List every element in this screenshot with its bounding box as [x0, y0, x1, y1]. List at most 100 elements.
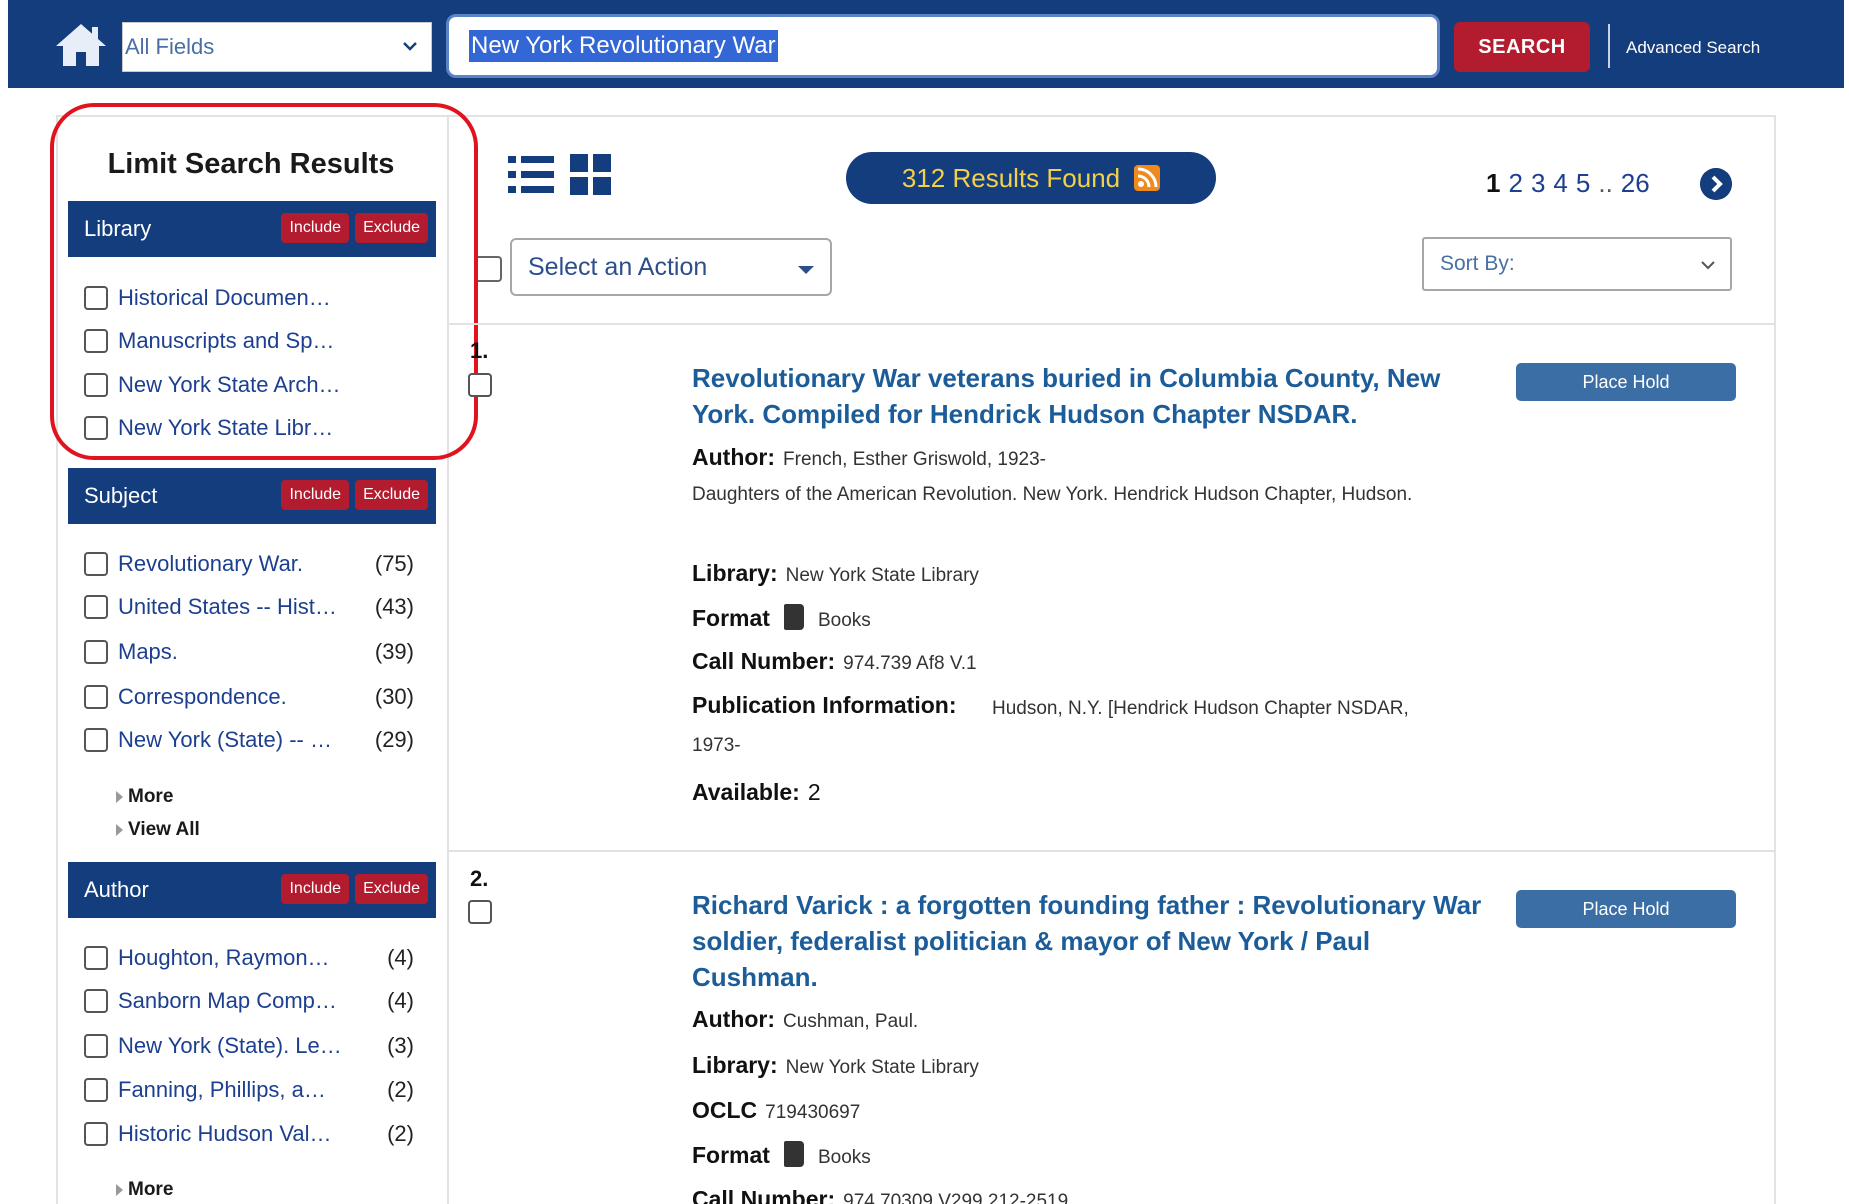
- facet-item-label[interactable]: Maps.: [118, 639, 358, 665]
- facet-item-count: (43): [374, 594, 414, 619]
- facet-item-label[interactable]: New York (State) -- …: [118, 727, 358, 753]
- facet-item[interactable]: Correspondence. (30): [84, 680, 424, 714]
- call-number-value: 974.739 Af8 V.1: [843, 653, 977, 674]
- book-icon: [783, 1141, 804, 1167]
- facet-checkbox[interactable]: [84, 595, 108, 619]
- result-available-row: Available: 2: [692, 779, 821, 806]
- field-label: OCLC: [692, 1097, 758, 1123]
- facet-title: Subject: [84, 483, 158, 508]
- result-title-link[interactable]: Richard Varick : a forgotten founding fa…: [692, 887, 1482, 995]
- facet-item[interactable]: Houghton, Raymon… (4): [84, 941, 424, 975]
- facet-item-label[interactable]: Historic Hudson Val…: [118, 1121, 358, 1147]
- book-icon: [783, 604, 804, 630]
- facet-checkbox[interactable]: [84, 685, 108, 709]
- home-icon[interactable]: [54, 22, 108, 68]
- page-link[interactable]: 5: [1576, 168, 1590, 199]
- result-checkbox[interactable]: [468, 373, 492, 397]
- more-link[interactable]: More: [116, 1179, 173, 1201]
- exclude-button[interactable]: Exclude: [355, 480, 428, 510]
- result-author-row: Author: Cushman, Paul.: [692, 1006, 918, 1033]
- sort-select-value: Sort By:: [1440, 252, 1515, 275]
- facet-item-label[interactable]: Sanborn Map Comp…: [118, 988, 358, 1014]
- facet-item-label[interactable]: Revolutionary War.: [118, 551, 358, 577]
- page-link[interactable]: 4: [1553, 168, 1567, 199]
- caret-right-icon: [116, 790, 123, 803]
- page-link[interactable]: 2: [1508, 168, 1522, 199]
- result-author-row: Author: French, Esther Griswold, 1923-: [692, 444, 1046, 471]
- author-value: French, Esther Griswold, 1923-: [783, 449, 1046, 470]
- chevron-down-icon: [1701, 261, 1715, 270]
- select-all-checkbox[interactable]: [478, 256, 502, 282]
- results-found-count: 312 Results Found: [901, 162, 1121, 193]
- search-input[interactable]: New York Revolutionary War: [446, 14, 1440, 78]
- result-oclc-row: OCLC 719430697: [692, 1097, 860, 1124]
- sort-select[interactable]: Sort By:: [1422, 237, 1732, 291]
- catalog-search-page: All Fields New York Revolutionary War SE…: [0, 0, 1849, 1204]
- library-value: New York State Library: [785, 565, 979, 586]
- facet-checkbox[interactable]: [84, 1078, 108, 1102]
- result-call-number-row: Call Number: 974.70309 V299 212-2519: [692, 1186, 1068, 1204]
- more-link[interactable]: More: [116, 786, 173, 808]
- list-view-icon[interactable]: [508, 154, 554, 196]
- search-button[interactable]: SEARCH: [1454, 22, 1590, 72]
- facet-checkbox[interactable]: [84, 728, 108, 752]
- search-field-select[interactable]: All Fields: [122, 22, 432, 72]
- facet-checkbox[interactable]: [84, 1122, 108, 1146]
- more-link-label: More: [128, 1179, 174, 1200]
- facet-item[interactable]: Maps. (39): [84, 635, 424, 669]
- pagination: 1 2 3 4 5 .. 26: [1486, 168, 1650, 199]
- exclude-button[interactable]: Exclude: [355, 874, 428, 904]
- facet-checkbox[interactable]: [84, 552, 108, 576]
- result-library-row: Library: New York State Library: [692, 1052, 979, 1079]
- caret-right-icon: [116, 1183, 123, 1196]
- advanced-search-link[interactable]: Advanced Search: [1626, 38, 1760, 58]
- field-label: Format: [692, 1142, 770, 1168]
- facet-item-count: (29): [374, 727, 414, 752]
- format-value: Books: [817, 1147, 871, 1168]
- facet-checkbox[interactable]: [84, 989, 108, 1013]
- include-button[interactable]: Include: [281, 874, 350, 904]
- include-button[interactable]: Include: [281, 480, 350, 510]
- facet-checkbox[interactable]: [84, 946, 108, 970]
- results-divider: [449, 323, 1776, 325]
- facet-checkbox[interactable]: [84, 1034, 108, 1058]
- field-label: Call Number:: [692, 1186, 836, 1204]
- facet-item-label[interactable]: Correspondence.: [118, 684, 358, 710]
- page-link[interactable]: 3: [1531, 168, 1545, 199]
- page-link-current[interactable]: 1: [1486, 168, 1500, 199]
- search-field-value: All Fields: [125, 34, 215, 59]
- facet-item[interactable]: Revolutionary War. (75): [84, 547, 424, 581]
- facet-item[interactable]: Historic Hudson Val… (2): [84, 1117, 424, 1151]
- place-hold-button[interactable]: Place Hold: [1516, 363, 1736, 401]
- caret-down-icon: [798, 266, 814, 274]
- format-value: Books: [817, 610, 871, 631]
- more-link-label: More: [128, 786, 174, 807]
- place-hold-button[interactable]: Place Hold: [1516, 890, 1736, 928]
- action-select[interactable]: Select an Action: [510, 238, 832, 296]
- facet-item-label[interactable]: Houghton, Raymon…: [118, 945, 358, 971]
- field-label: Library:: [692, 560, 778, 586]
- result-call-number-row: Call Number: 974.739 Af8 V.1: [692, 648, 977, 675]
- result-title-link[interactable]: Revolutionary War veterans buried in Col…: [692, 360, 1482, 432]
- author-value: Cushman, Paul.: [783, 1011, 919, 1032]
- facet-item-label[interactable]: New York (State). Le…: [118, 1033, 358, 1059]
- view-all-link[interactable]: View All: [116, 819, 200, 841]
- facet-item[interactable]: New York (State) -- … (29): [84, 723, 424, 757]
- facet-item-label[interactable]: Fanning, Phillips, a…: [118, 1077, 358, 1103]
- grid-view-icon[interactable]: [570, 154, 612, 196]
- facet-item[interactable]: New York (State). Le… (3): [84, 1029, 424, 1063]
- facet-item-count: (3): [387, 1033, 414, 1058]
- rss-icon[interactable]: [1134, 165, 1161, 191]
- field-label: Call Number:: [692, 648, 836, 674]
- facet-checkbox[interactable]: [84, 640, 108, 664]
- call-number-value: 974.70309 V299 212-2519: [843, 1191, 1069, 1204]
- facet-item-label[interactable]: United States -- Hist…: [118, 594, 358, 620]
- page-link-last[interactable]: 26: [1621, 168, 1650, 199]
- result-checkbox[interactable]: [468, 900, 492, 924]
- next-page-icon[interactable]: [1700, 168, 1732, 200]
- result-format-row: Format Books: [692, 604, 871, 632]
- facet-item[interactable]: United States -- Hist… (43): [84, 590, 424, 624]
- facet-item-count: (75): [374, 551, 414, 576]
- facet-item[interactable]: Sanborn Map Comp… (4): [84, 984, 424, 1018]
- facet-item[interactable]: Fanning, Phillips, a… (2): [84, 1073, 424, 1107]
